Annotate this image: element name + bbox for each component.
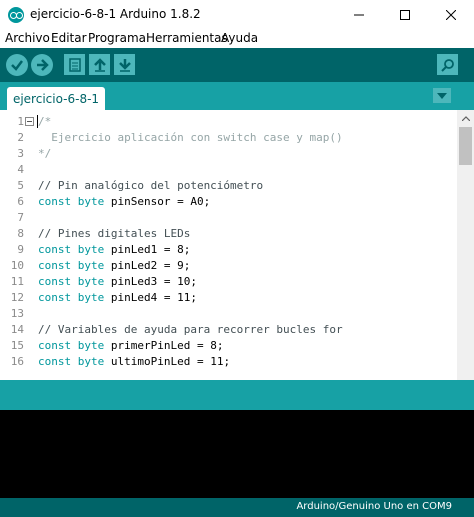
line-number: 11 [10,275,24,288]
line-number: 5 [17,179,24,192]
arduino-logo-icon [8,7,24,23]
code-line-6: const byte pinSensor = A0; [38,195,211,208]
scroll-up-button[interactable] [457,110,474,127]
line-number: 1 [17,115,24,128]
code-line-2: Ejercicio aplicación con switch case y m… [38,131,343,144]
save-button[interactable] [114,54,135,75]
tab-bar: ejercicio-6-8-1 [0,82,474,110]
line-number: 7 [17,211,24,224]
chevron-down-icon [437,92,447,99]
menu-programa[interactable]: Programa [88,31,146,45]
close-button[interactable] [428,0,474,30]
code-line-9: const byte pinLed1 = 8; [38,243,191,256]
minimize-icon [354,14,364,16]
open-button[interactable] [89,54,110,75]
menu-bar: Archivo Editar Programa Herramientas Ayu… [0,30,474,48]
line-number: 9 [17,243,24,256]
save-icon [118,58,131,72]
message-area [0,380,474,410]
upload-icon [37,59,49,71]
menu-ayuda[interactable]: Ayuda [221,31,258,45]
serial-monitor-icon [440,58,454,72]
close-icon [446,10,456,20]
chevron-up-icon [461,116,470,121]
code-line-16: const byte ultimoPinLed = 11; [38,355,231,368]
window-title: ejercicio-6-8-1 Arduino 1.8.2 [30,7,201,21]
line-number: 14 [10,323,24,336]
verify-button[interactable] [6,54,28,76]
maximize-icon [400,10,410,20]
code-line-15: const byte primerPinLed = 8; [38,339,224,352]
code-line-12: const byte pinLed4 = 11; [38,291,197,304]
title-bar: ejercicio-6-8-1 Arduino 1.8.2 [0,0,474,30]
line-number: 15 [10,339,24,352]
line-number: 13 [10,307,24,320]
line-number: 16 [10,355,24,368]
line-number: 10 [10,259,24,272]
serial-monitor-button[interactable] [437,54,458,75]
open-icon [93,57,106,72]
code-line-11: const byte pinLed3 = 10; [38,275,197,288]
line-number: 12 [10,291,24,304]
code-line-8: // Pines digitales LEDs [38,227,191,240]
code-line-1: /* [38,115,52,128]
code-line-5: // Pin analógico del potenciómetro [38,179,264,192]
upload-button[interactable] [31,54,53,76]
status-bar: Arduino/Genuino Uno en COM9 [0,498,474,517]
output-console[interactable] [0,410,474,498]
menu-archivo[interactable]: Archivo [5,31,50,45]
line-number: 8 [17,227,24,240]
board-port-label: Arduino/Genuino Uno en COM9 [296,501,452,512]
arduino-ide-window: ejercicio-6-8-1 Arduino 1.8.2 Archivo Ed… [0,0,474,517]
tab-menu-button[interactable] [433,88,451,103]
vertical-scrollbar[interactable] [457,110,474,380]
new-icon [68,57,81,72]
code-line-14: // Variables de ayuda para recorrer bucl… [38,323,343,336]
verify-icon [11,60,23,71]
code-editor[interactable]: 1 2 3 4 5 6 7 8 9 10 11 12 13 14 15 16 /… [0,110,474,380]
new-button[interactable] [64,54,85,75]
tab-ejercicio-6-8-1[interactable]: ejercicio-6-8-1 [7,87,105,110]
toolbar [0,48,474,82]
fold-toggle-icon[interactable] [25,117,34,126]
line-number: 3 [17,147,24,160]
code-line-3: */ [38,147,52,160]
menu-herramientas[interactable]: Herramientas [146,31,228,45]
line-number: 6 [17,195,24,208]
line-number: 4 [17,163,24,176]
code-line-10: const byte pinLed2 = 9; [38,259,191,272]
scrollbar-thumb[interactable] [459,127,472,165]
line-number: 2 [17,131,24,144]
minimize-button[interactable] [336,0,382,30]
line-number-gutter: 1 2 3 4 5 6 7 8 9 10 11 12 13 14 15 16 [0,110,36,380]
maximize-button[interactable] [382,0,428,30]
menu-editar[interactable]: Editar [51,31,87,45]
